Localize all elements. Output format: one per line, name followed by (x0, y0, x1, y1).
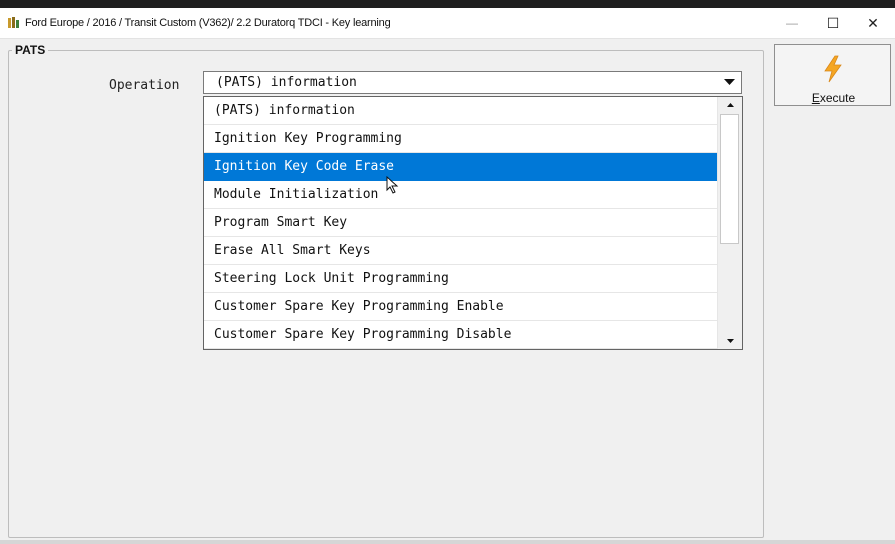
window-title: Ford Europe / 2016 / Transit Custom (V36… (25, 17, 391, 29)
combobox-dropdown-button[interactable] (717, 72, 741, 93)
list-item[interactable]: Module Initialization (204, 181, 717, 209)
chevron-down-icon (723, 79, 735, 85)
scroll-thumb[interactable] (720, 114, 739, 244)
execute-label-text: xecute (819, 91, 856, 105)
list-item[interactable]: (PATS) information (204, 97, 717, 125)
execute-label: Execute (775, 91, 892, 105)
scroll-down-button[interactable] (720, 333, 740, 349)
scroll-down-icon (726, 339, 734, 343)
list-item[interactable]: Program Smart Key (204, 209, 717, 237)
execute-button[interactable]: Execute (774, 44, 891, 106)
app-icon (8, 17, 19, 28)
operation-selected-value: (PATS) information (216, 75, 357, 90)
dropdown-scrollbar[interactable] (717, 97, 742, 349)
operation-label: Operation (109, 78, 180, 93)
list-item[interactable]: Steering Lock Unit Programming (204, 265, 717, 293)
list-item[interactable]: Customer Spare Key Programming Enable (204, 293, 717, 321)
maximize-button[interactable]: ☐ (812, 8, 854, 38)
list-item[interactable]: Erase All Smart Keys (204, 237, 717, 265)
window-bottom-edge (0, 540, 895, 544)
list-item[interactable]: Customer Spare Key Programming Disable (204, 321, 717, 349)
mouse-cursor-icon (386, 176, 399, 194)
execute-mnemonic: E (811, 91, 820, 105)
screen-top-edge (0, 0, 895, 8)
scroll-up-icon (726, 103, 734, 107)
title-bar: Ford Europe / 2016 / Transit Custom (V36… (0, 8, 895, 39)
close-button[interactable]: ✕ (852, 8, 894, 38)
lightning-icon (824, 55, 842, 83)
minimize-button[interactable]: — (771, 8, 813, 38)
list-item-highlighted[interactable]: Ignition Key Code Erase (204, 153, 717, 181)
operation-combobox[interactable]: (PATS) information (203, 71, 742, 94)
option-list: (PATS) information Ignition Key Programm… (204, 97, 717, 349)
pats-group-label: PATS (12, 43, 49, 57)
operation-dropdown-list[interactable]: (PATS) information Ignition Key Programm… (203, 96, 743, 350)
scroll-up-button[interactable] (720, 97, 740, 113)
list-item[interactable]: Ignition Key Programming (204, 125, 717, 153)
